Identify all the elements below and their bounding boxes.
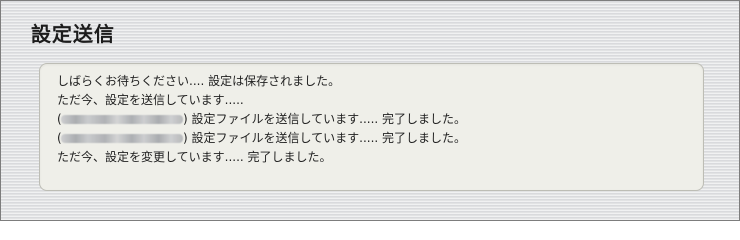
- page-frame: 設定送信 しばらくお待ちください.... 設定は保存されました。 ただ今、設定を…: [0, 0, 740, 221]
- redacted-device-address: [61, 115, 183, 124]
- status-line-saved: しばらくお待ちください.... 設定は保存されました。: [57, 74, 341, 88]
- page-title: 設定送信: [31, 22, 115, 46]
- status-line-device-2: () 設定ファイルを送信しています..... 完了しました。: [57, 129, 703, 148]
- status-line-sending: ただ今、設定を送信しています.....: [57, 93, 244, 107]
- status-line-device-1: () 設定ファイルを送信しています..... 完了しました。: [57, 110, 703, 129]
- device-status-text: 設定ファイルを送信しています..... 完了しました。: [187, 131, 467, 145]
- status-line-changing: ただ今、設定を変更しています..... 完了しました。: [57, 150, 332, 164]
- device-status-text: 設定ファイルを送信しています..... 完了しました。: [187, 112, 467, 126]
- redacted-device-address: [61, 134, 183, 143]
- status-message-box: しばらくお待ちください.... 設定は保存されました。 ただ今、設定を送信してい…: [39, 63, 704, 191]
